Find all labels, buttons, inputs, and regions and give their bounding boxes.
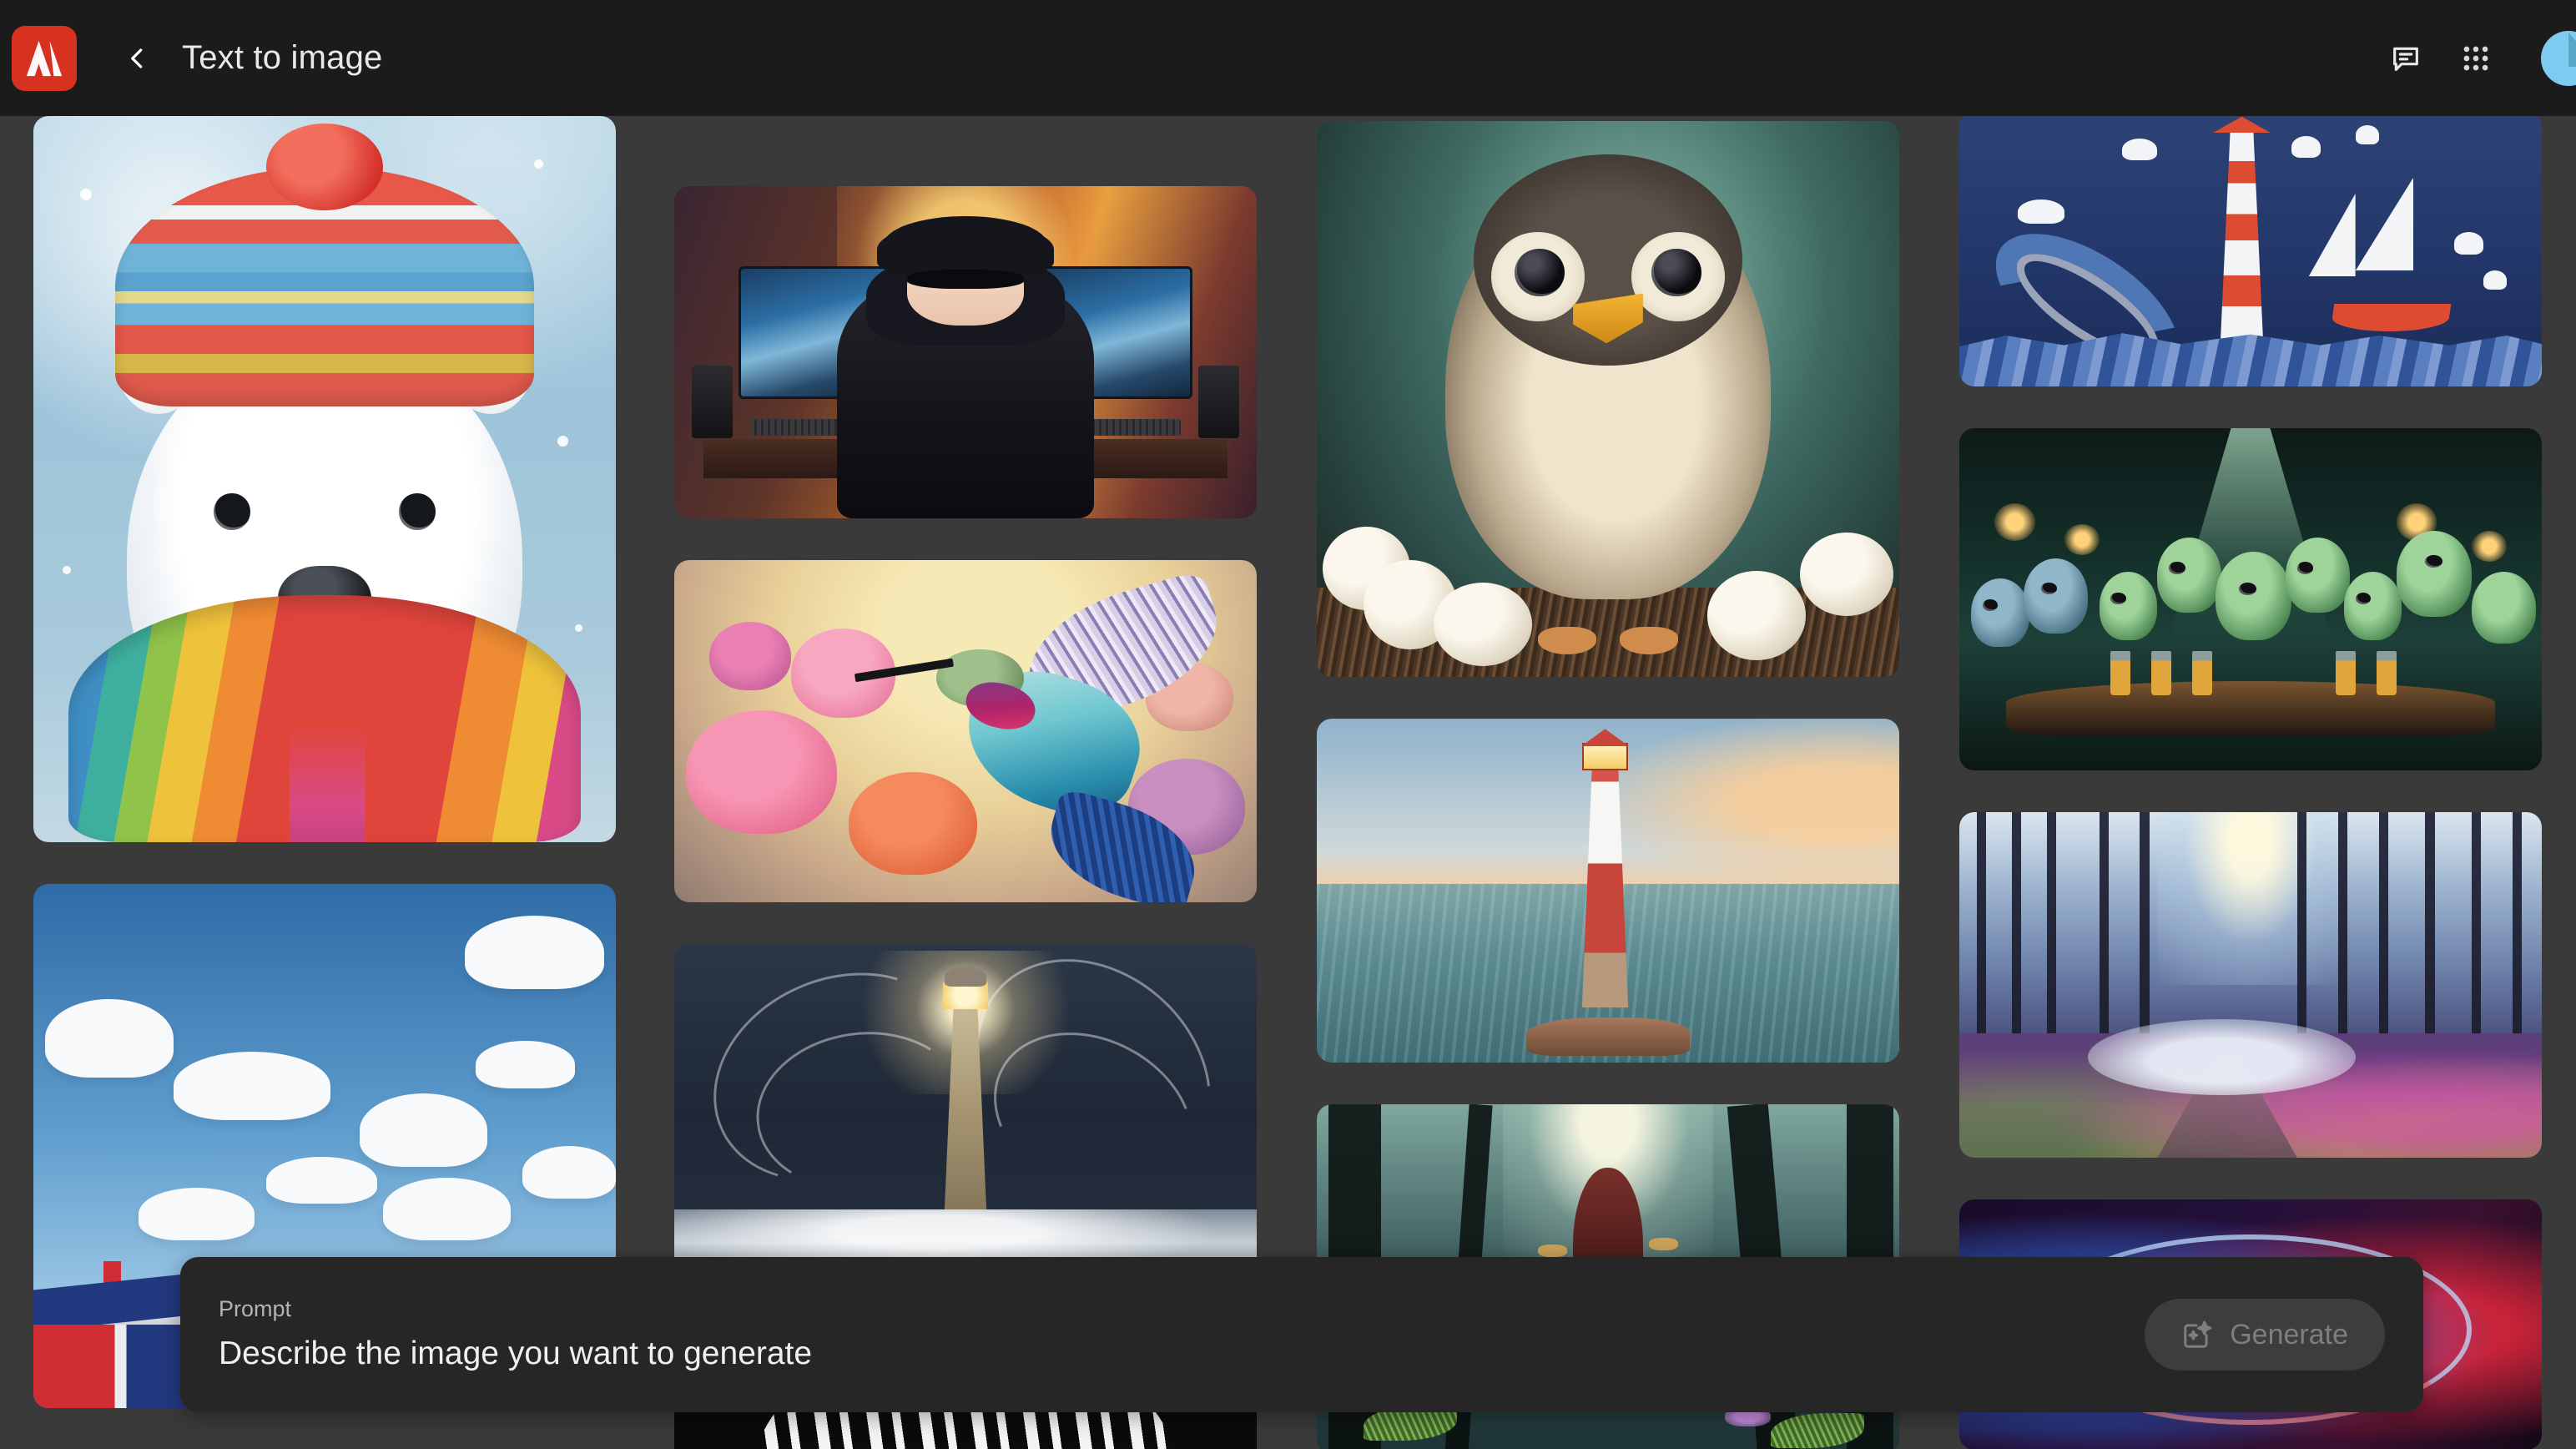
glow-lighthouse-artwork xyxy=(674,944,1257,1285)
gallery-tile-polar-bear[interactable] xyxy=(33,116,616,842)
prompt-field[interactable]: Prompt Describe the image you want to ge… xyxy=(180,1298,2145,1372)
feedback-chat-icon xyxy=(2389,42,2422,75)
hummingbird-artwork xyxy=(674,560,1257,902)
prompt-label: Prompt xyxy=(219,1298,2106,1320)
gallery-tile-hummingbird[interactable] xyxy=(674,560,1257,902)
paper-lighthouse-artwork xyxy=(1959,116,2542,386)
avatar xyxy=(2541,31,2576,86)
generate-button-label: Generate xyxy=(2230,1319,2348,1351)
back-button[interactable] xyxy=(113,34,162,83)
chevron-left-icon xyxy=(125,46,150,71)
gallery-tile-sea-lighthouse[interactable] xyxy=(1317,719,1899,1063)
image-gallery[interactable] xyxy=(0,116,2576,1449)
avatar-wedge xyxy=(2568,33,2576,67)
gallery-column-3 xyxy=(1317,116,1899,1449)
gallery-tile-penguin[interactable] xyxy=(1317,121,1899,677)
gallery-tile-anime-gamer[interactable] xyxy=(674,186,1257,518)
penguin-artwork xyxy=(1317,121,1899,677)
gallery-column-1 xyxy=(33,116,616,1449)
app-header: Text to image xyxy=(0,0,2576,116)
generate-button[interactable]: Generate xyxy=(2145,1299,2385,1371)
polar-bear-artwork xyxy=(33,116,616,842)
gallery-tile-alien-bar[interactable] xyxy=(1959,428,2542,770)
alien-bar-artwork xyxy=(1959,428,2542,770)
header-actions xyxy=(2371,0,2576,116)
gallery-tile-misty-forest[interactable] xyxy=(1959,812,2542,1158)
avatar-button[interactable] xyxy=(2533,23,2576,94)
sea-lighthouse-artwork xyxy=(1317,719,1899,1063)
gallery-column-2 xyxy=(674,116,1257,1449)
misty-forest-artwork xyxy=(1959,812,2542,1158)
gallery-column-4 xyxy=(1959,116,2542,1449)
feedback-button[interactable] xyxy=(2371,23,2441,93)
gallery-tile-glow-lighthouse[interactable] xyxy=(674,944,1257,1285)
anime-gamer-artwork xyxy=(674,186,1257,518)
app-grid-icon xyxy=(2460,43,2492,74)
adobe-logo-icon[interactable] xyxy=(12,26,77,91)
app-switcher-button[interactable] xyxy=(2441,23,2511,93)
page-title: Text to image xyxy=(182,39,383,77)
gallery-tile-paper-lighthouse[interactable] xyxy=(1959,116,2542,386)
prompt-input[interactable]: Describe the image you want to generate xyxy=(219,1336,2106,1372)
prompt-bar: Prompt Describe the image you want to ge… xyxy=(180,1257,2423,1412)
generate-sparkle-icon xyxy=(2181,1319,2213,1351)
